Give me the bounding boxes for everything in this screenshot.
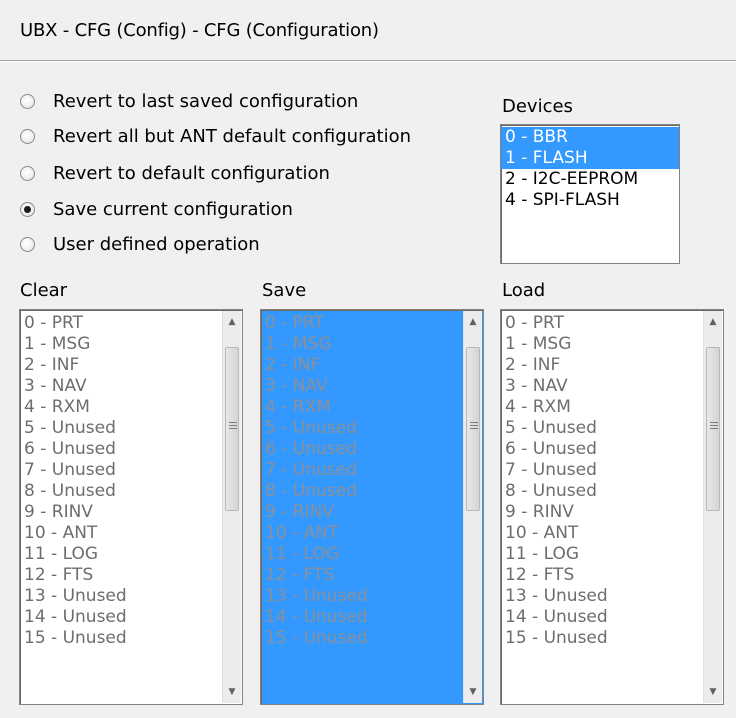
- device-item[interactable]: 0 - BBR: [501, 127, 679, 148]
- radio-save-current[interactable]: Save current configuration: [20, 194, 293, 224]
- list-item[interactable]: 14 - Unused: [20, 607, 222, 628]
- device-item[interactable]: 4 - SPI-FLASH: [501, 190, 679, 211]
- list-item[interactable]: 10 - ANT: [20, 523, 222, 544]
- radio-revert-all-but-ant[interactable]: Revert all but ANT default configuration: [20, 121, 411, 151]
- grip-icon: [229, 422, 237, 431]
- load-listbox[interactable]: 0 - PRT 1 - MSG 2 - INF 3 - NAV 4 - RXM 5 - U…: [500, 309, 724, 705]
- vertical-scrollbar[interactable]: ▲ ▼: [463, 311, 482, 703]
- save-listbox[interactable]: 0 - PRT 1 - MSG 2 - INF 3 - NAV 4 - RXM 5 - U…: [260, 309, 484, 705]
- device-item[interactable]: 1 - FLASH: [501, 148, 679, 169]
- list-item[interactable]: 1 - MSG: [261, 334, 463, 355]
- list-item[interactable]: 0 - PRT: [20, 313, 222, 334]
- list-item[interactable]: 2 - INF: [20, 355, 222, 376]
- list-item[interactable]: 15 - Unused: [20, 628, 222, 649]
- load-list-items: 0 - PRT 1 - MSG 2 - INF 3 - NAV 4 - RXM 5 - U…: [501, 313, 703, 649]
- scroll-down-arrow-icon[interactable]: ▼: [464, 683, 482, 701]
- clear-listbox[interactable]: 0 - PRT 1 - MSG 2 - INF 3 - NAV 4 - RXM 5 - U…: [19, 309, 243, 705]
- list-item[interactable]: 0 - PRT: [261, 313, 463, 334]
- load-label: Load: [502, 280, 546, 301]
- vertical-scrollbar[interactable]: ▲ ▼: [222, 311, 241, 703]
- list-item[interactable]: 13 - Unused: [20, 586, 222, 607]
- list-item[interactable]: 7 - Unused: [20, 460, 222, 481]
- radio-user-defined[interactable]: User defined operation: [20, 229, 260, 259]
- list-item[interactable]: 0 - PRT: [501, 313, 703, 334]
- scroll-up-arrow-icon[interactable]: ▲: [464, 313, 482, 331]
- list-item[interactable]: 6 - Unused: [261, 439, 463, 460]
- radio-button-icon[interactable]: [20, 128, 35, 144]
- devices-listbox[interactable]: 0 - BBR 1 - FLASH 2 - I2C-EEPROM 4 - SPI-FL…: [500, 124, 680, 264]
- list-item[interactable]: 6 - Unused: [501, 439, 703, 460]
- list-item[interactable]: 4 - RXM: [261, 397, 463, 418]
- scroll-down-arrow-icon[interactable]: ▼: [704, 683, 722, 701]
- radio-button-icon[interactable]: [20, 236, 35, 252]
- save-list-items: 0 - PRT 1 - MSG 2 - INF 3 - NAV 4 - RXM 5 - U…: [261, 313, 463, 649]
- radio-label: Revert all but ANT default configuration: [53, 125, 411, 147]
- list-item[interactable]: 5 - Unused: [501, 418, 703, 439]
- list-item[interactable]: 3 - NAV: [501, 376, 703, 397]
- list-item[interactable]: 2 - INF: [501, 355, 703, 376]
- radio-button-icon[interactable]: [20, 201, 35, 217]
- devices-label: Devices: [502, 96, 573, 117]
- radio-label: Revert to last saved configuration: [53, 90, 359, 112]
- list-item[interactable]: 4 - RXM: [20, 397, 222, 418]
- clear-label: Clear: [20, 280, 68, 301]
- device-item[interactable]: 2 - I2C-EEPROM: [501, 169, 679, 190]
- list-item[interactable]: 1 - MSG: [501, 334, 703, 355]
- clear-list-items: 0 - PRT 1 - MSG 2 - INF 3 - NAV 4 - RXM 5 - U…: [20, 313, 222, 649]
- list-item[interactable]: 13 - Unused: [501, 586, 703, 607]
- grip-icon: [470, 422, 478, 431]
- scrollbar-thumb[interactable]: [466, 347, 480, 511]
- list-item[interactable]: 12 - FTS: [501, 565, 703, 586]
- list-item[interactable]: 3 - NAV: [20, 376, 222, 397]
- list-item[interactable]: 11 - LOG: [501, 544, 703, 565]
- list-item[interactable]: 8 - Unused: [501, 481, 703, 502]
- radio-label: Save current configuration: [53, 198, 293, 220]
- list-item[interactable]: 4 - RXM: [501, 397, 703, 418]
- list-item[interactable]: 15 - Unused: [261, 628, 463, 649]
- list-item[interactable]: 7 - Unused: [261, 460, 463, 481]
- list-item[interactable]: 14 - Unused: [261, 607, 463, 628]
- list-item[interactable]: 15 - Unused: [501, 628, 703, 649]
- list-item[interactable]: 6 - Unused: [20, 439, 222, 460]
- list-item[interactable]: 11 - LOG: [20, 544, 222, 565]
- scroll-up-arrow-icon[interactable]: ▲: [704, 313, 722, 331]
- scrollbar-thumb[interactable]: [225, 347, 239, 511]
- scroll-down-arrow-icon[interactable]: ▼: [223, 683, 241, 701]
- list-item[interactable]: 3 - NAV: [261, 376, 463, 397]
- list-item[interactable]: 9 - RINV: [261, 502, 463, 523]
- list-item[interactable]: 14 - Unused: [501, 607, 703, 628]
- list-item[interactable]: 9 - RINV: [20, 502, 222, 523]
- list-item[interactable]: 9 - RINV: [501, 502, 703, 523]
- list-item[interactable]: 8 - Unused: [261, 481, 463, 502]
- vertical-scrollbar[interactable]: ▲ ▼: [703, 311, 722, 703]
- list-item[interactable]: 5 - Unused: [261, 418, 463, 439]
- list-item[interactable]: 13 - Unused: [261, 586, 463, 607]
- list-item[interactable]: 10 - ANT: [501, 523, 703, 544]
- scroll-up-arrow-icon[interactable]: ▲: [223, 313, 241, 331]
- list-item[interactable]: 10 - ANT: [261, 523, 463, 544]
- list-item[interactable]: 12 - FTS: [261, 565, 463, 586]
- save-label: Save: [262, 280, 307, 301]
- list-item[interactable]: 12 - FTS: [20, 565, 222, 586]
- list-item[interactable]: 5 - Unused: [20, 418, 222, 439]
- list-item[interactable]: 7 - Unused: [501, 460, 703, 481]
- list-item[interactable]: 1 - MSG: [20, 334, 222, 355]
- radio-revert-last-saved[interactable]: Revert to last saved configuration: [20, 86, 358, 116]
- page-title: UBX - CFG (Config) - CFG (Configuration): [20, 20, 379, 41]
- list-item[interactable]: 8 - Unused: [20, 481, 222, 502]
- radio-button-icon[interactable]: [20, 165, 35, 181]
- list-item[interactable]: 2 - INF: [261, 355, 463, 376]
- radio-label: Revert to default configuration: [53, 162, 330, 184]
- title-divider: [0, 60, 736, 62]
- radio-button-icon[interactable]: [20, 93, 35, 109]
- list-item[interactable]: 11 - LOG: [261, 544, 463, 565]
- grip-icon: [710, 422, 718, 431]
- radio-label: User defined operation: [53, 233, 260, 255]
- radio-revert-default[interactable]: Revert to default configuration: [20, 158, 330, 188]
- scrollbar-thumb[interactable]: [706, 347, 720, 511]
